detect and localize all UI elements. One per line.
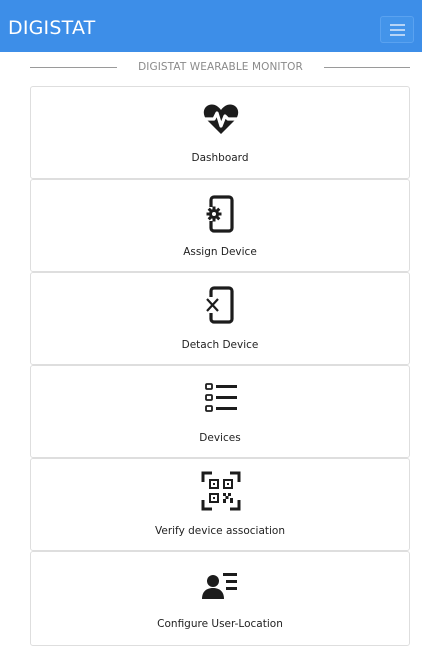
section-divider-line-right bbox=[324, 67, 410, 68]
user-list-icon bbox=[201, 566, 241, 606]
detach-device-label: Detach Device bbox=[181, 339, 259, 351]
devices-label: Devices bbox=[199, 432, 241, 444]
assign-device-label: Assign Device bbox=[183, 246, 257, 258]
section-header: DIGISTAT WEARABLE MONITOR bbox=[30, 58, 410, 76]
hamburger-menu-icon bbox=[390, 24, 405, 26]
hamburger-menu-icon-bar bbox=[390, 34, 405, 36]
devices-tile[interactable]: Devices bbox=[30, 365, 410, 458]
verify-device-association-label: Verify device association bbox=[155, 525, 285, 537]
hamburger-menu-button[interactable] bbox=[380, 16, 414, 43]
detach-device-tile[interactable]: Detach Device bbox=[30, 272, 410, 365]
configure-user-location-tile[interactable]: Configure User-Location bbox=[30, 551, 410, 646]
heart-pulse-icon bbox=[201, 99, 241, 139]
assign-device-tile[interactable]: Assign Device bbox=[30, 179, 410, 272]
mobile-x-icon bbox=[201, 285, 241, 325]
dashboard-label: Dashboard bbox=[191, 152, 249, 164]
top-navbar: DIGISTAT bbox=[0, 0, 422, 52]
section-divider-line-left bbox=[30, 67, 117, 68]
verify-device-association-tile[interactable]: Verify device association bbox=[30, 458, 410, 551]
app-brand[interactable]: DIGISTAT bbox=[8, 0, 95, 52]
section-title: DIGISTAT WEARABLE MONITOR bbox=[138, 61, 303, 73]
list-icon bbox=[201, 378, 241, 418]
hamburger-menu-icon-bar bbox=[390, 29, 405, 31]
dashboard-tile[interactable]: Dashboard bbox=[30, 86, 410, 179]
mobile-gear-icon bbox=[201, 194, 241, 234]
qr-code-scan-icon bbox=[201, 471, 241, 511]
configure-user-location-label: Configure User-Location bbox=[157, 618, 283, 630]
